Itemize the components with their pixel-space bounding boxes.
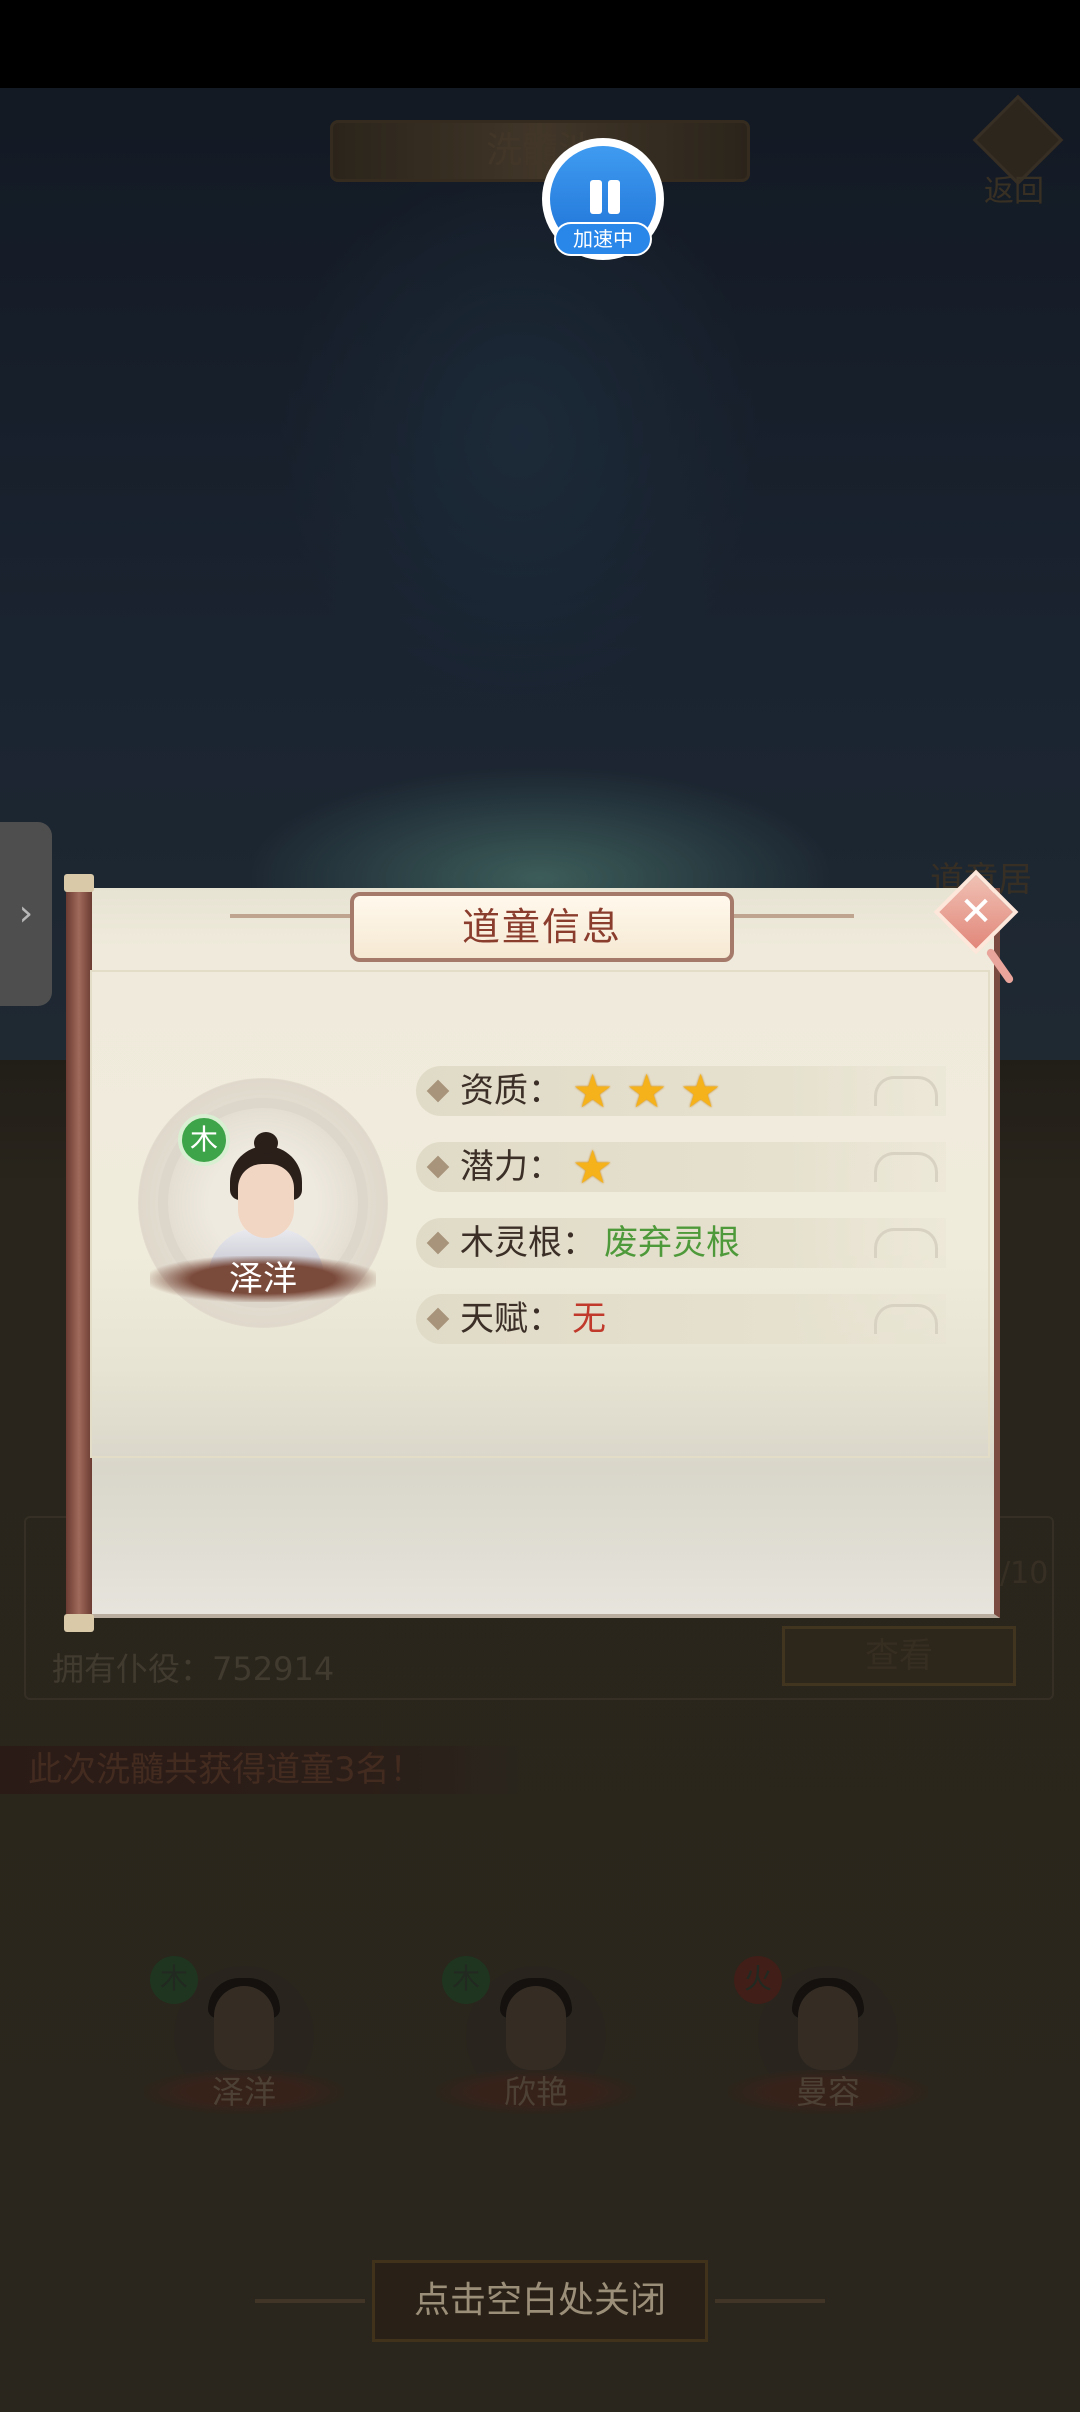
scroll-roller — [64, 874, 94, 1632]
potential-stars: ★ — [572, 1140, 618, 1194]
dialog-close-button[interactable]: ✕ — [933, 869, 1019, 985]
speed-label: 加速中 — [554, 222, 652, 256]
talent-row: 天赋： 无 — [416, 1294, 946, 1344]
aptitude-label: 资质： — [460, 1071, 562, 1111]
hair-bun — [254, 1132, 278, 1154]
title-divider — [734, 914, 854, 918]
star-icon: ★ — [626, 1064, 668, 1118]
potential-label: 潜力： — [460, 1147, 562, 1187]
pause-bar — [608, 180, 620, 214]
cloud-swirl-icon — [874, 1152, 938, 1182]
star-icon: ★ — [572, 1140, 614, 1194]
potential-row: 潜力： ★ — [416, 1142, 946, 1192]
character-name: 泽洋 — [150, 1256, 376, 1302]
spirit-root-label: 木灵根： — [460, 1223, 596, 1263]
diamond-bullet-icon — [426, 1231, 450, 1255]
roller-cap — [64, 874, 94, 892]
dialog-title: 道童信息 — [350, 892, 734, 962]
aptitude-row: 资质： ★ ★ ★ — [416, 1066, 946, 1116]
diamond-bullet-icon — [426, 1307, 450, 1331]
status-bar — [0, 0, 1080, 88]
talent-label: 天赋： — [460, 1299, 562, 1339]
spirit-root-row: 木灵根： 废弃灵根 — [416, 1218, 946, 1268]
star-icon: ★ — [680, 1064, 722, 1118]
roller-cap — [64, 1614, 94, 1632]
cloud-swirl-icon — [874, 1228, 938, 1258]
character-face — [238, 1164, 294, 1238]
aptitude-stars: ★ ★ ★ — [572, 1064, 726, 1118]
character-portrait-card: 木 泽洋 — [138, 1078, 388, 1328]
speed-up-button[interactable]: 加速中 — [542, 138, 664, 260]
cloud-swirl-icon — [874, 1076, 938, 1106]
wood-element-badge: 木 — [178, 1114, 230, 1166]
diamond-bullet-icon — [426, 1079, 450, 1103]
diamond-bullet-icon — [426, 1155, 450, 1179]
talent-value: 无 — [572, 1299, 606, 1339]
pause-bar — [590, 180, 602, 214]
spirit-root-value: 废弃灵根 — [604, 1223, 740, 1263]
title-divider — [230, 914, 350, 918]
star-icon: ★ — [572, 1064, 614, 1118]
close-icon: ✕ — [959, 889, 993, 935]
cloud-swirl-icon — [874, 1304, 938, 1334]
